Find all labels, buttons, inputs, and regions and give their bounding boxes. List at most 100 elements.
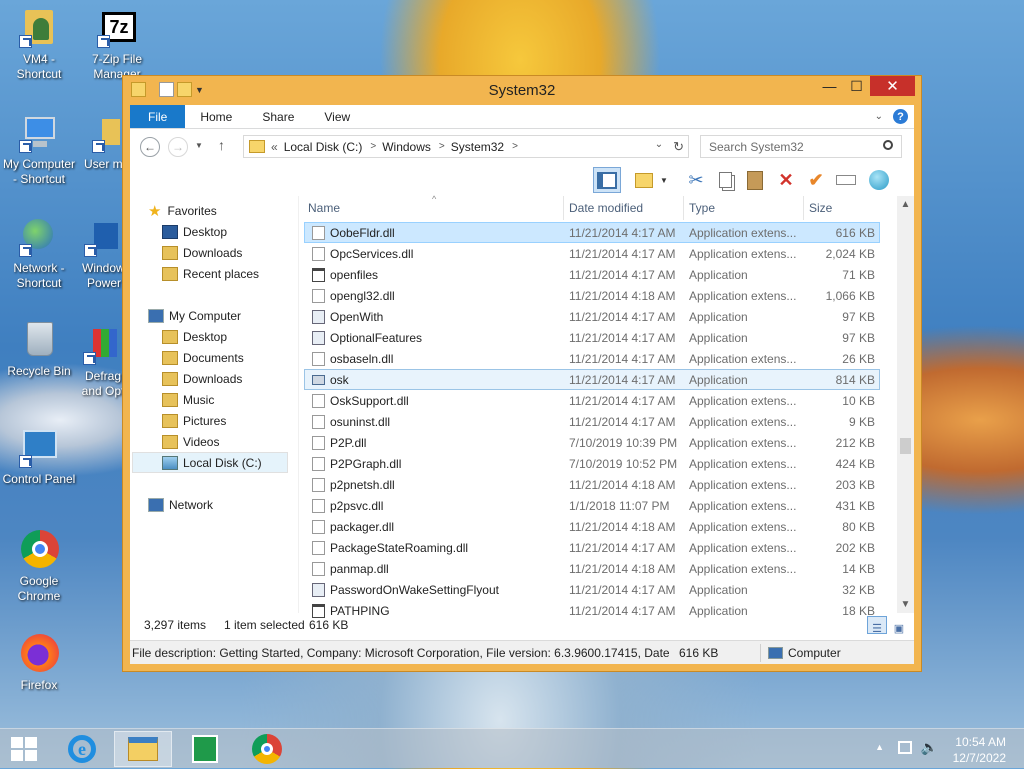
dll-file-icon bbox=[312, 457, 325, 471]
folder-options-dropdown-icon[interactable]: ▼ bbox=[658, 167, 670, 193]
file-row[interactable]: osk 11/21/2014 4:17 AM Application 814 KB bbox=[304, 369, 880, 390]
desktop-icon-firefox[interactable]: Firefox bbox=[0, 634, 78, 693]
nav-favorites-desktop[interactable]: Desktop bbox=[162, 221, 227, 242]
help-icon[interactable]: ? bbox=[893, 109, 908, 124]
pane-divider[interactable] bbox=[298, 196, 299, 613]
up-button[interactable]: ↑ bbox=[218, 137, 225, 153]
file-date: 11/21/2014 4:17 AM bbox=[569, 394, 676, 408]
file-row[interactable]: OptionalFeatures 11/21/2014 4:17 AM Applic… bbox=[304, 327, 880, 348]
address-bar[interactable]: « Local Disk (C:) > Windows > System32 >… bbox=[243, 135, 689, 158]
desktop-icon-network[interactable]: Network - Shortcut bbox=[0, 217, 78, 291]
start-button[interactable] bbox=[0, 731, 48, 767]
desktop-icon-powershell[interactable]: Windows Power bbox=[82, 217, 131, 291]
nav-favorites-downloads[interactable]: Downloads bbox=[162, 242, 242, 263]
navigation-pane-button[interactable] bbox=[593, 167, 621, 193]
column-header-type[interactable]: Type bbox=[689, 201, 715, 215]
paste-icon[interactable] bbox=[741, 167, 769, 193]
file-row[interactable]: P2PGraph.dll 7/10/2019 10:52 PM Applicatio… bbox=[304, 453, 880, 474]
file-row[interactable]: panmap.dll 11/21/2014 4:18 AM Application … bbox=[304, 558, 880, 579]
file-row[interactable]: opengl32.dll 11/21/2014 4:18 AM Applicatio… bbox=[304, 285, 880, 306]
nav-computer-music[interactable]: Music bbox=[162, 389, 214, 410]
search-input[interactable]: Search System32 bbox=[700, 135, 902, 158]
nav-computer-local-disk[interactable]: Local Disk (C:) bbox=[132, 452, 288, 473]
breadcrumb-separator-icon[interactable]: > bbox=[370, 141, 376, 152]
title-bar[interactable]: ▼ System32 — ☐ ✕ bbox=[123, 76, 921, 105]
file-row[interactable]: P2P.dll 7/10/2019 10:39 PM Application ext… bbox=[304, 432, 880, 453]
volume-icon[interactable]: 🔈 bbox=[921, 739, 938, 756]
taskbar-store[interactable] bbox=[176, 731, 234, 767]
breadcrumb-local-disk[interactable]: Local Disk (C:) bbox=[284, 140, 363, 154]
file-row[interactable]: p2pnetsh.dll 11/21/2014 4:18 AM Applicatio… bbox=[304, 474, 880, 495]
file-row[interactable]: OskSupport.dll 11/21/2014 4:17 AM Applicat… bbox=[304, 390, 880, 411]
nav-network[interactable]: Network bbox=[148, 494, 213, 515]
desktop-icon-7zip[interactable]: 7z 7-Zip File Manager bbox=[78, 8, 156, 82]
file-row[interactable]: PackageStateRoaming.dll 11/21/2014 4:17 A… bbox=[304, 537, 880, 558]
nav-computer-downloads[interactable]: Downloads bbox=[162, 368, 242, 389]
column-header-name[interactable]: Name bbox=[308, 201, 340, 215]
file-row[interactable]: osuninst.dll 11/21/2014 4:17 AM Applicatio… bbox=[304, 411, 880, 432]
clock[interactable]: 10:54 AM 12/7/2022 bbox=[953, 734, 1006, 766]
tab-view[interactable]: View bbox=[309, 105, 365, 128]
rename-icon[interactable] bbox=[832, 167, 860, 193]
scroll-thumb[interactable] bbox=[900, 438, 911, 454]
nav-computer-pictures[interactable]: Pictures bbox=[162, 410, 226, 431]
recent-locations-chevron-icon[interactable]: ▼ bbox=[195, 141, 203, 150]
internet-options-icon[interactable] bbox=[865, 167, 893, 193]
file-row[interactable]: PasswordOnWakeSettingFlyout 11/21/2014 4:… bbox=[304, 579, 880, 600]
breadcrumb-separator-icon[interactable]: > bbox=[439, 141, 445, 152]
scroll-down-icon[interactable]: ▼ bbox=[897, 596, 914, 613]
breadcrumb-separator-icon[interactable]: > bbox=[512, 141, 518, 152]
desktop-icon-my-computer[interactable]: My Computer - Shortcut bbox=[0, 113, 78, 187]
nav-favorites[interactable]: ★ Favorites bbox=[148, 200, 217, 221]
tab-file[interactable]: File bbox=[130, 105, 186, 128]
desktop-icon-control-panel[interactable]: Control Panel bbox=[0, 428, 78, 487]
maximize-button[interactable]: ☐ bbox=[843, 76, 870, 96]
network-tray-icon[interactable] bbox=[898, 741, 912, 754]
forward-button[interactable]: → bbox=[168, 137, 188, 157]
desktop-icon-defrag[interactable]: Defrag and Opt bbox=[80, 325, 126, 399]
nav-computer-desktop[interactable]: Desktop bbox=[162, 326, 227, 347]
nav-my-computer[interactable]: My Computer bbox=[148, 305, 241, 326]
tab-share[interactable]: Share bbox=[247, 105, 309, 128]
address-dropdown-chevron-icon[interactable]: ⌄ bbox=[655, 139, 663, 155]
tab-home[interactable]: Home bbox=[185, 105, 247, 128]
vertical-scrollbar[interactable]: ▲ ▼ bbox=[897, 196, 914, 613]
large-icons-view-button[interactable]: ▣ bbox=[889, 616, 909, 635]
nav-computer-documents[interactable]: Documents bbox=[162, 347, 244, 368]
copy-icon[interactable] bbox=[711, 167, 739, 193]
desktop-icon-chrome[interactable]: Google Chrome bbox=[0, 530, 78, 604]
status-bar: 3,297 items 1 item selected 616 KB ☰ ▣ bbox=[130, 613, 914, 637]
taskbar-internet-explorer[interactable]: e bbox=[53, 731, 111, 767]
column-header-size[interactable]: Size bbox=[809, 201, 832, 215]
back-button[interactable]: ← bbox=[140, 137, 160, 157]
file-row[interactable]: OpcServices.dll 11/21/2014 4:17 AM Applica… bbox=[304, 243, 880, 264]
breadcrumb-windows[interactable]: Windows bbox=[382, 140, 431, 154]
column-header-date[interactable]: Date modified bbox=[569, 201, 643, 215]
desktop-icon-recycle-bin[interactable]: Recycle Bin bbox=[0, 320, 78, 379]
file-row[interactable]: OpenWith 11/21/2014 4:17 AM Application 97 … bbox=[304, 306, 880, 327]
details-view-button[interactable]: ☰ bbox=[867, 616, 887, 635]
nav-computer-videos[interactable]: Videos bbox=[162, 431, 219, 452]
file-row[interactable]: OobeFldr.dll 11/21/2014 4:17 AM Applicatio… bbox=[304, 222, 880, 243]
scroll-up-icon[interactable]: ▲ bbox=[897, 196, 914, 213]
desktop-icon-user[interactable]: User m bbox=[78, 113, 124, 172]
taskbar-chrome[interactable] bbox=[238, 731, 296, 767]
address-overflow-chevron[interactable]: « bbox=[271, 140, 278, 154]
delete-icon[interactable]: ✕ bbox=[772, 167, 800, 193]
expand-ribbon-chevron-icon[interactable]: ⌄ bbox=[875, 111, 883, 122]
file-row[interactable]: p2psvc.dll 1/1/2018 11:07 PM Application e… bbox=[304, 495, 880, 516]
breadcrumb-system32[interactable]: System32 bbox=[451, 140, 504, 154]
cut-icon[interactable]: ✂ bbox=[682, 167, 710, 193]
file-row[interactable]: packager.dll 11/21/2014 4:18 AM Applicatio… bbox=[304, 516, 880, 537]
refresh-icon[interactable]: ↻ bbox=[673, 139, 684, 155]
file-row[interactable]: osbaseln.dll 11/21/2014 4:17 AM Applicatio… bbox=[304, 348, 880, 369]
minimize-button[interactable]: — bbox=[816, 76, 843, 96]
show-hidden-icons-chevron-icon[interactable]: ▲ bbox=[875, 742, 884, 752]
folder-options-button[interactable] bbox=[630, 167, 658, 193]
desktop-icon-vm4[interactable]: VM4 - Shortcut bbox=[0, 8, 78, 82]
nav-favorites-recent-places[interactable]: Recent places bbox=[162, 263, 259, 284]
taskbar-file-explorer[interactable] bbox=[114, 731, 172, 767]
close-button[interactable]: ✕ bbox=[870, 76, 915, 96]
properties-check-icon[interactable]: ✔ bbox=[802, 167, 830, 193]
file-row[interactable]: openfiles 11/21/2014 4:17 AM Application 71… bbox=[304, 264, 880, 285]
